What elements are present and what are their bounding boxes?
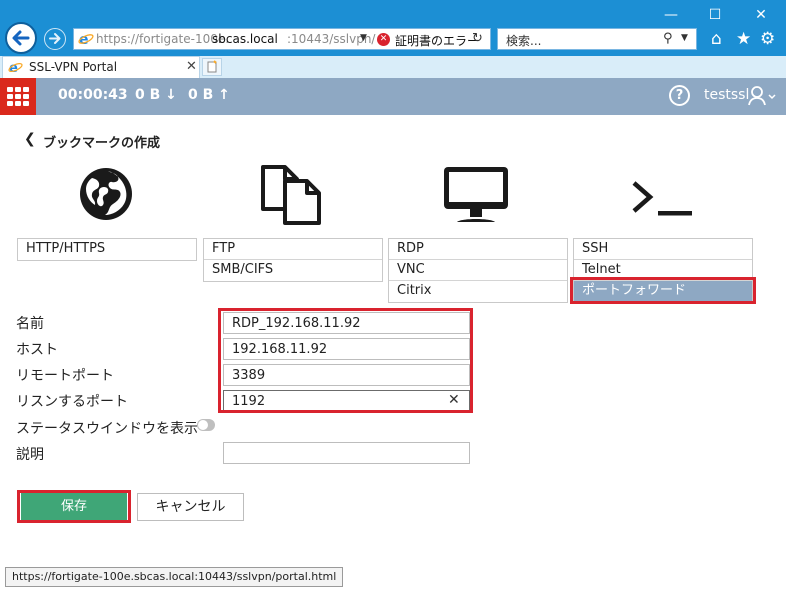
category-ftp[interactable]: FTP (204, 239, 382, 260)
category-file-list: FTP SMB/CIFS (203, 238, 383, 282)
category-http-https[interactable]: HTTP/HTTPS (18, 239, 196, 260)
maximize-icon[interactable]: ☐ (701, 4, 729, 26)
category-citrix[interactable]: Citrix (389, 281, 567, 302)
browser-tab[interactable]: e SSL-VPN Portal ✕ (2, 56, 200, 78)
tab-title: SSL-VPN Portal (29, 60, 118, 74)
terminal-icon[interactable] (630, 179, 696, 223)
bytes-sent: 0 B ↑ (188, 87, 230, 103)
favorites-star-icon[interactable]: ★ (736, 29, 751, 49)
session-timer: 00:00:43 (58, 87, 128, 103)
arrow-up-icon: ↑ (213, 87, 230, 103)
address-bar[interactable]: e https://fortigate-100e. sbcas.local :1… (73, 28, 491, 50)
monitor-icon[interactable] (443, 166, 509, 228)
category-smb-cifs[interactable]: SMB/CIFS (204, 260, 382, 281)
user-icon[interactable] (748, 85, 776, 111)
host-label: ホスト (16, 342, 58, 358)
description-label: 説明 (16, 447, 44, 463)
status-window-toggle[interactable] (197, 419, 215, 431)
search-placeholder: 検索... (506, 34, 542, 48)
cancel-button[interactable]: キャンセル (137, 493, 244, 521)
page-content: ❮ ブックマークの作成 HTTP/HTTPS FTP SMB/CIFS RDP … (0, 115, 786, 593)
refresh-icon[interactable]: ↻ (472, 31, 483, 46)
address-dropdown-icon[interactable]: ▼ (360, 33, 367, 43)
help-icon[interactable]: ? (669, 85, 690, 106)
page-title: ブックマークの作成 (43, 136, 161, 151)
browser-tabbar: e SSL-VPN Portal ✕ (0, 56, 786, 78)
cert-error-icon[interactable]: ✕ (377, 33, 390, 46)
highlight-port-forward (570, 277, 756, 304)
gear-icon[interactable]: ⚙ (760, 29, 775, 49)
status-bar-url: https://fortigate-100e.sbcas.local:10443… (5, 567, 344, 587)
category-web-list: HTTP/HTTPS (17, 238, 197, 261)
category-ssh[interactable]: SSH (574, 239, 752, 260)
search-dropdown-icon[interactable]: ▼ (681, 33, 688, 43)
portal-header: 00:00:43 0 B ↓ 0 B ↑ ? testssl (0, 78, 786, 115)
tab-ie-icon: e (8, 60, 23, 78)
forward-arrow-icon[interactable] (44, 28, 66, 50)
user-name[interactable]: testssl (704, 87, 749, 103)
bytes-received: 0 B ↓ (135, 87, 177, 103)
globe-icon[interactable] (78, 165, 134, 227)
category-rdp[interactable]: RDP (389, 239, 567, 260)
ie-icon: e (78, 31, 94, 50)
category-desktop-list: RDP VNC Citrix (388, 238, 568, 303)
home-icon[interactable]: ⌂ (711, 29, 722, 49)
remote-port-label: リモートポート (16, 368, 114, 384)
search-icon[interactable]: ⚲ (663, 31, 673, 46)
tab-close-icon[interactable]: ✕ (186, 59, 197, 74)
copy-files-icon[interactable] (259, 163, 325, 231)
browser-titlebar: — ☐ ✕ e https://fortigate-100e. sbcas.lo… (0, 0, 786, 58)
highlight-form-fields (218, 308, 473, 413)
new-tab-button[interactable] (202, 58, 222, 76)
category-vnc[interactable]: VNC (389, 260, 567, 281)
address-url-prefix: https://fortigate-100e. (96, 32, 230, 46)
name-label: 名前 (16, 316, 44, 332)
back-arrow-icon[interactable] (5, 22, 37, 54)
chevron-left-icon: ❮ (24, 131, 36, 147)
address-url-host: sbcas.local (212, 32, 278, 46)
toggle-knob (198, 420, 208, 430)
browser-search-input[interactable]: 検索... ⚲ ▼ (497, 28, 697, 50)
arrow-down-icon: ↓ (160, 87, 177, 103)
description-input[interactable] (223, 442, 470, 464)
status-window-label: ステータスウインドウを表示 (16, 421, 198, 437)
cert-error-label[interactable]: 証明書のエラー (395, 32, 479, 49)
highlight-save-button (17, 490, 131, 523)
fortinet-logo (0, 78, 36, 115)
listen-port-label: リスンするポート (16, 394, 128, 410)
minimize-icon[interactable]: — (657, 4, 685, 26)
close-window-icon[interactable]: ✕ (747, 4, 775, 26)
